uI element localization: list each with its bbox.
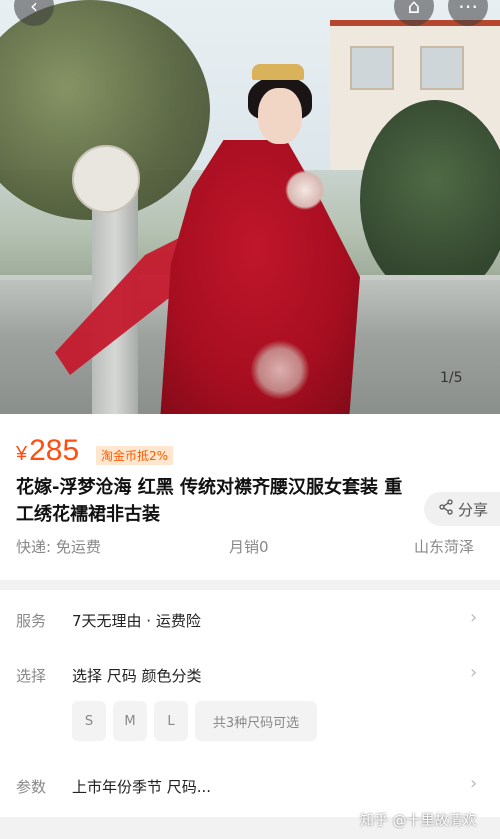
cart-icon: ⌂ — [407, 0, 421, 18]
price: ¥285 — [16, 434, 79, 468]
price-value: 285 — [29, 434, 80, 467]
ship-location: 山东菏泽 — [414, 538, 475, 556]
shipping-info: 快递: 免运费 — [16, 538, 101, 556]
more-icon: ⋯ — [458, 0, 478, 18]
image-embroidery — [285, 170, 325, 210]
back-arrow-icon: ‹ — [30, 0, 38, 18]
image-tree — [360, 100, 500, 300]
params-value: 上市年份季节 尺码... — [72, 778, 212, 796]
service-label: 服务 — [16, 612, 47, 630]
size-count-chip[interactable]: 共3种尺码可选 — [195, 701, 317, 741]
share-button[interactable]: 分享 — [424, 492, 500, 526]
size-chip-m[interactable]: M — [113, 701, 147, 741]
share-label: 分享 — [458, 500, 489, 519]
params-label: 参数 — [16, 778, 47, 796]
select-value: 选择 尺码 颜色分类 — [72, 667, 202, 685]
product-image[interactable]: ‹ ⌂ ⋯ 1/5 — [0, 0, 500, 414]
chevron-right-icon: › — [470, 662, 478, 683]
options-card: 服务 7天无理由 · 运费险 › 选择 选择 尺码 颜色分类 › S M L 共… — [0, 590, 500, 817]
select-label: 选择 — [16, 667, 47, 685]
product-title: 花嫁-浮梦沧海 红黑 传统对襟齐腰汉服女套装 重工绣花襦裙非古装 — [16, 477, 403, 525]
image-fan — [72, 145, 140, 213]
image-headpiece — [252, 64, 304, 80]
currency-symbol: ¥ — [16, 443, 28, 465]
size-chip-l[interactable]: L — [154, 701, 188, 741]
share-icon — [438, 499, 454, 519]
size-chip-s[interactable]: S — [72, 701, 106, 741]
image-page-indicator: 1/5 — [440, 370, 463, 386]
monthly-sales: 月销0 — [229, 538, 269, 556]
coin-discount-badge: 淘金币抵2% — [96, 446, 174, 465]
chevron-right-icon: › — [470, 773, 478, 794]
image-face — [258, 88, 302, 144]
chevron-right-icon: › — [470, 607, 478, 628]
image-embroidery — [250, 340, 310, 400]
service-value: 7天无理由 · 运费险 — [72, 612, 201, 630]
watermark: 知乎 @十里故清欢 — [360, 813, 477, 829]
